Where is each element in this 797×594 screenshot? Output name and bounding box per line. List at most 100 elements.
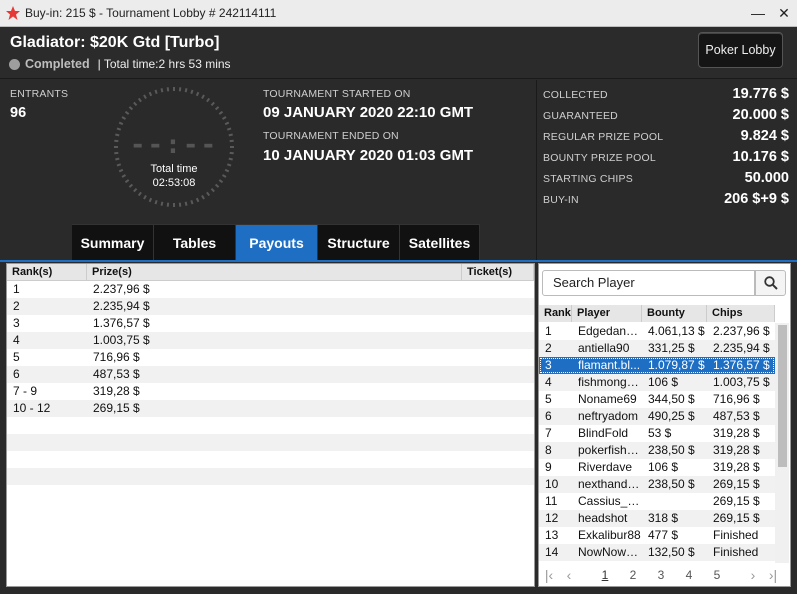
rank-cell: 10 xyxy=(545,477,559,491)
player-row[interactable]: 2 antiella90 331,25 $ 2.235,94 $ xyxy=(539,340,775,357)
chips-cell: 269,15 $ xyxy=(713,477,760,491)
table-row[interactable] xyxy=(7,451,534,468)
stat-label: BUY-IN xyxy=(543,194,579,206)
player-cell: NowNowN... xyxy=(578,545,642,559)
payouts-header: Rank(s) Prize(s) Ticket(s) xyxy=(7,264,534,281)
column-header-prize[interactable]: Prize(s) xyxy=(87,264,462,280)
player-cell: nexthandp... xyxy=(578,477,642,491)
poker-lobby-button[interactable]: Poker Lobby xyxy=(698,32,783,68)
bounty-cell xyxy=(642,493,707,510)
rank-cell: 5 xyxy=(13,350,20,364)
rank-cell: 5 xyxy=(545,392,552,406)
ticket-cell xyxy=(462,281,534,298)
column-header-ticket[interactable]: Ticket(s) xyxy=(462,264,534,280)
player-row[interactable]: 3 flamant.bl... 1.079,87 $ 1.376,57 $ xyxy=(539,357,775,374)
stat-label: REGULAR PRIZE POOL xyxy=(543,131,664,143)
page-5[interactable]: 5 xyxy=(703,568,731,582)
player-cell: Cassius_Cl... xyxy=(578,494,642,508)
table-row[interactable] xyxy=(7,417,534,434)
players-scrollbar[interactable] xyxy=(775,323,789,563)
table-row[interactable]: 3 1.376,57 $ xyxy=(7,315,534,332)
table-row[interactable] xyxy=(7,468,534,485)
ticket-cell xyxy=(462,383,534,400)
search-input[interactable]: Search Player xyxy=(542,270,755,296)
player-row[interactable]: 4 fishmongers 106 $ 1.003,75 $ xyxy=(539,374,775,391)
rank-cell: 1 xyxy=(13,282,20,296)
column-header-player[interactable]: Player xyxy=(572,305,642,322)
player-row[interactable]: 1 Edgedancer 4.061,13 $ 2.237,96 $ xyxy=(539,323,775,340)
table-row[interactable]: 6 487,53 $ xyxy=(7,366,534,383)
column-header-bounty[interactable]: Bounty xyxy=(642,305,707,322)
chips-cell: 487,53 $ xyxy=(713,409,760,423)
player-row[interactable]: 6 neftryadom 490,25 $ 487,53 $ xyxy=(539,408,775,425)
status-dot-icon xyxy=(9,58,20,70)
prev-page-icon[interactable]: ‹ xyxy=(559,567,579,583)
bounty-cell: 1.079,87 $ xyxy=(648,358,705,372)
table-row[interactable]: 7 - 9 319,28 $ xyxy=(7,383,534,400)
close-button[interactable]: ✕ xyxy=(771,0,797,26)
last-page-icon[interactable]: ›| xyxy=(763,567,783,583)
tab-bar: Summary Tables Payouts Structure Satelli… xyxy=(72,224,480,260)
search-icon xyxy=(763,276,778,290)
tournament-status: Completed | Total time:2 hrs 53 mins xyxy=(9,57,231,71)
tab-summary[interactable]: Summary xyxy=(72,224,154,260)
player-row[interactable]: 13 Exkalibur88 477 $ Finished xyxy=(539,527,775,544)
tab-tables[interactable]: Tables xyxy=(154,224,236,260)
page-1[interactable]: 1 xyxy=(591,568,619,582)
table-row[interactable]: 1 2.237,96 $ xyxy=(7,281,534,298)
ticket-cell xyxy=(462,349,534,366)
page-4[interactable]: 4 xyxy=(675,568,703,582)
table-row[interactable]: 10 - 12 269,15 $ xyxy=(7,400,534,417)
chips-cell: 319,28 $ xyxy=(713,426,760,440)
player-row[interactable]: 12 headshot 318 $ 269,15 $ xyxy=(539,510,775,527)
bounty-cell: 344,50 $ xyxy=(648,392,695,406)
stat-label: BOUNTY PRIZE POOL xyxy=(543,152,656,164)
player-row[interactable]: 7 BlindFold 53 $ 319,28 $ xyxy=(539,425,775,442)
tab-structure[interactable]: Structure xyxy=(318,224,400,260)
chips-cell: 319,28 $ xyxy=(713,443,760,457)
stat-regular-prize-pool: REGULAR PRIZE POOL 9.824 $ xyxy=(543,128,789,144)
column-header-chips[interactable]: Chips xyxy=(707,305,775,322)
table-row[interactable]: 4 1.003,75 $ xyxy=(7,332,534,349)
player-row[interactable]: 10 nexthandp... 238,50 $ 269,15 $ xyxy=(539,476,775,493)
prize-cell: 1.003,75 $ xyxy=(93,333,150,347)
chips-cell: 269,15 $ xyxy=(713,494,760,508)
table-row[interactable]: 5 716,96 $ xyxy=(7,349,534,366)
rank-cell: 7 - 9 xyxy=(13,384,38,398)
next-page-icon[interactable]: › xyxy=(743,567,763,583)
first-page-icon[interactable]: |‹ xyxy=(539,567,559,583)
tab-satellites[interactable]: Satellites xyxy=(400,224,480,260)
table-row[interactable] xyxy=(7,434,534,451)
column-header-rank[interactable]: Rank(s) xyxy=(7,264,87,280)
stat-value: 10.176 $ xyxy=(732,149,789,165)
player-row[interactable]: 5 Noname69 344,50 $ 716,96 $ xyxy=(539,391,775,408)
prize-cell: 2.237,96 $ xyxy=(93,282,150,296)
table-row[interactable]: 2 2.235,94 $ xyxy=(7,298,534,315)
player-row[interactable]: 14 NowNowN... 132,50 $ Finished xyxy=(539,544,775,561)
bounty-cell: 106 $ xyxy=(648,460,679,474)
stat-guaranteed: GUARANTEED 20.000 $ xyxy=(543,107,789,123)
column-header-rank[interactable]: Rank xyxy=(539,305,572,322)
pagination: |‹ ‹ 1 2 3 4 5 › ›| xyxy=(539,564,790,586)
page-3[interactable]: 3 xyxy=(647,568,675,582)
player-row[interactable]: 8 pokerfish2... 238,50 $ 319,28 $ xyxy=(539,442,775,459)
rank-cell: 14 xyxy=(545,545,559,559)
stat-label: GUARANTEED xyxy=(543,110,618,122)
payouts-body: 1 2.237,96 $ 2 2.235,94 $ 3 1.376,57 $ 4 1.003,… xyxy=(7,281,534,502)
players-header: Rank Player Bounty Chips xyxy=(539,305,775,322)
page-2[interactable]: 2 xyxy=(619,568,647,582)
player-row[interactable]: 9 Riverdave 106 $ 319,28 $ xyxy=(539,459,775,476)
prize-cell: 1.376,57 $ xyxy=(93,316,150,330)
search-button[interactable] xyxy=(755,270,786,296)
rank-cell: 3 xyxy=(545,358,552,372)
chips-cell: 319,28 $ xyxy=(713,460,760,474)
table-row[interactable] xyxy=(7,485,534,502)
bounty-cell: 4.061,13 $ xyxy=(648,324,705,338)
clock-digits: --:-- xyxy=(129,130,219,160)
minimize-button[interactable]: — xyxy=(745,0,771,26)
rank-cell: 8 xyxy=(545,443,552,457)
scroll-thumb[interactable] xyxy=(778,325,787,467)
tab-payouts[interactable]: Payouts xyxy=(236,224,318,260)
ticket-cell xyxy=(462,298,534,315)
player-row[interactable]: 11 Cassius_Cl... 269,15 $ xyxy=(539,493,775,510)
